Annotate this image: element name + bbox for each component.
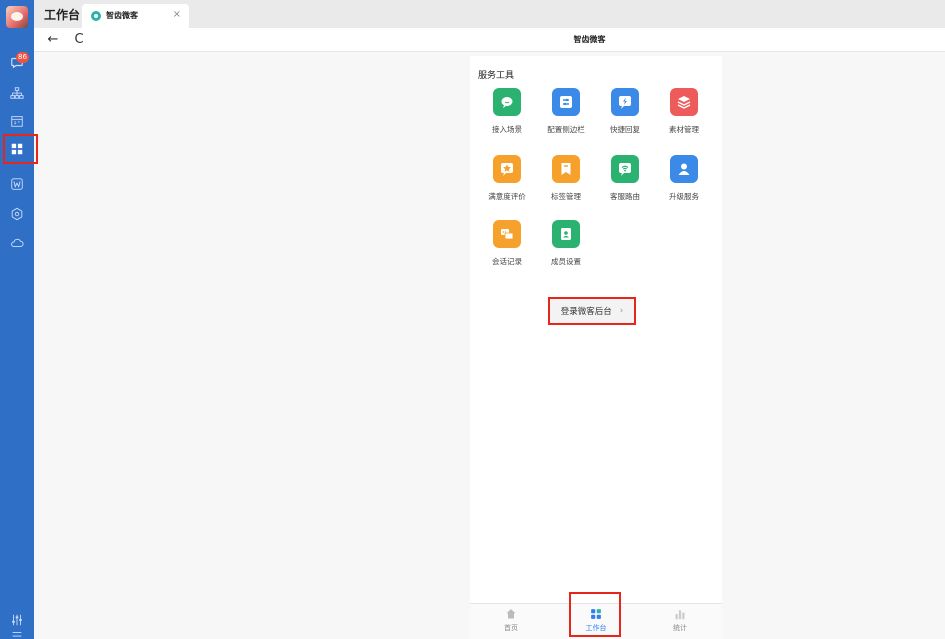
tool-tag-mgmt[interactable]: 标签管理 [536,155,596,202]
tab-zhichi-weike[interactable]: 智齿微客 × [82,4,189,28]
lightning-icon [611,88,639,116]
login-backend-button[interactable]: 登录微客后台 › [548,297,636,325]
tool-member-settings[interactable]: 成员设置 [536,220,596,267]
app-title: 工作台 [44,8,81,22]
tool-config-sidebar[interactable]: 配置侧边栏 [536,88,596,135]
hexagon-icon[interactable] [9,206,25,222]
title-bar: 工作台 智齿微客 × [34,0,945,28]
service-panel: 服务工具 接入场景 配置侧边栏 快捷回复 素材管理 满意度评价 标签管理 客服路… [470,56,722,639]
tool-session-records[interactable]: 会话记录 [477,220,537,267]
cloud-icon[interactable] [9,235,25,251]
calendar-icon[interactable] [9,113,25,129]
unread-badge: 86 [16,52,29,63]
section-title: 服务工具 [478,71,515,81]
login-button-label: 登录微客后台 [560,307,612,317]
menu-icon[interactable] [9,628,25,639]
tab-home[interactable]: 首页 [491,608,531,633]
tool-label: 配置侧边栏 [547,125,585,134]
tool-label: 满意度评价 [488,192,526,201]
tab-statistics[interactable]: 统计 [660,608,700,633]
tool-label: 接入场景 [492,125,522,134]
chevron-right-icon: › [619,306,624,316]
tool-material-mgmt[interactable]: 素材管理 [654,88,714,135]
close-icon[interactable]: × [173,9,181,20]
active-tab-highlight-box [569,592,621,637]
word-icon[interactable] [9,176,25,192]
tab-label: 智齿微客 [106,11,138,20]
tool-access-scene[interactable]: 接入场景 [477,88,537,135]
tool-satisfaction[interactable]: 满意度评价 [477,155,537,202]
tool-quick-reply[interactable]: 快捷回复 [595,88,655,135]
tool-label: 客服路由 [610,192,640,201]
tab-app-icon [91,11,101,21]
tool-label: 素材管理 [669,125,699,134]
bar-chart-icon [675,610,685,620]
avatar[interactable] [6,6,28,28]
user-icon [670,155,698,183]
left-sidebar: 86 [0,0,38,639]
sliders-icon [552,88,580,116]
star-icon [493,155,521,183]
tool-label: 快捷回复 [610,125,640,134]
settings-sliders-icon[interactable] [9,612,25,628]
tool-upgrade-service[interactable]: 升级服务 [654,155,714,202]
nav-bar: ← C 智齿微客 [34,28,945,52]
bookmark-icon [552,155,580,183]
wifi-icon [611,155,639,183]
org-chart-icon[interactable] [9,85,25,101]
tool-routing[interactable]: 客服路由 [595,155,655,202]
tab-home-label: 首页 [504,624,518,632]
active-highlight-box [3,134,38,164]
page-title: 智齿微客 [573,35,606,44]
contacts-icon [552,220,580,248]
chat-bubble-icon [493,88,521,116]
layers-icon [670,88,698,116]
tool-label: 成员设置 [551,257,581,266]
tool-label: 标签管理 [551,192,581,201]
tool-label: 会话记录 [492,257,522,266]
home-icon [506,609,516,619]
tab-statistics-label: 统计 [673,624,687,632]
tool-label: 升级服务 [669,192,699,201]
conversation-icon [493,220,521,248]
